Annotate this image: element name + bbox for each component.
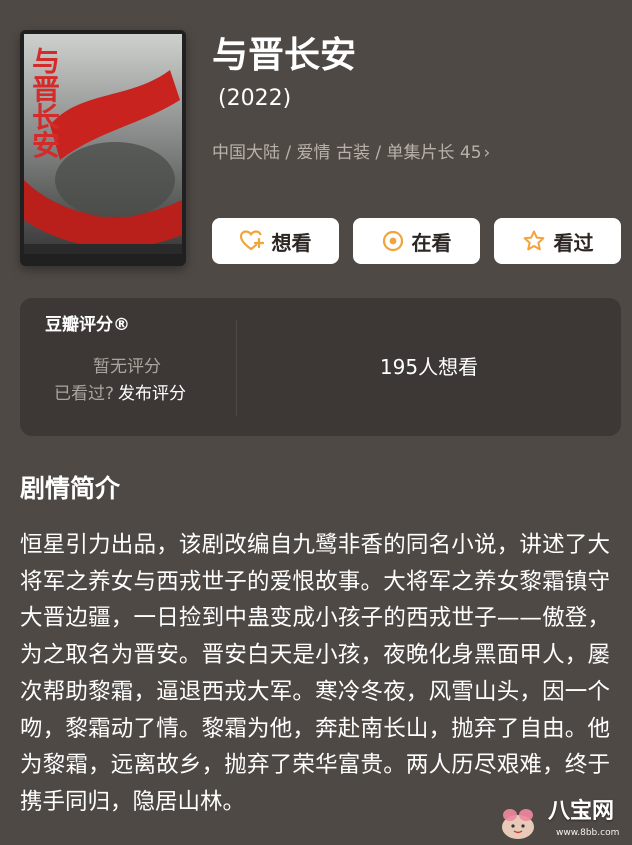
synopsis-text: 恒星引力出品，该剧改编自九鹭非香的同名小说，讲述了大将军之养女与西戎世子的爱恨故…	[20, 532, 610, 815]
poster-image[interactable]: 与晋长安	[20, 30, 186, 266]
watermark-mascot-icon	[502, 809, 534, 839]
star-icon	[523, 230, 544, 251]
target-circle-icon	[382, 230, 403, 252]
douban-rating-label: 豆瓣评分®	[45, 315, 130, 335]
heart-plus-icon	[239, 230, 264, 251]
action-bar: 想看 在看 看过	[212, 218, 621, 264]
rating-card: 豆瓣评分® 暂无评分 已看过? 发布评分 195人想看	[20, 298, 621, 436]
seen-question: 已看过?	[54, 384, 115, 404]
want-to-watch-label: 想看	[271, 230, 312, 255]
seen-prompt: 已看过? 发布评分	[54, 383, 186, 405]
publish-rating-link[interactable]: 发布评分	[118, 384, 186, 404]
watched-label: 看过	[553, 230, 594, 255]
watermark-url: www.8bb.com	[556, 828, 620, 838]
poster-title: 与晋长安	[32, 45, 61, 162]
chevron-right-icon: ›	[483, 143, 491, 163]
watching-button[interactable]: 在看	[353, 218, 480, 264]
meta-info-text: 中国大陆 / 爱情 古装 / 单集片长 45	[212, 143, 482, 163]
no-rating-text: 暂无评分	[93, 357, 161, 377]
page-title: 与晋长安	[212, 35, 357, 76]
want-count[interactable]: 195人想看	[237, 354, 621, 380]
watching-label: 在看	[411, 230, 452, 255]
synopsis-heading: 剧情简介	[20, 474, 121, 503]
want-to-watch-button[interactable]: 想看	[212, 218, 339, 264]
watermark-logo: 八宝网	[548, 799, 615, 824]
meta-info-link[interactable]: 中国大陆 / 爱情 古装 / 单集片长 45 ›	[212, 140, 490, 166]
watched-button[interactable]: 看过	[494, 218, 621, 264]
release-year: (2022)	[218, 86, 292, 111]
